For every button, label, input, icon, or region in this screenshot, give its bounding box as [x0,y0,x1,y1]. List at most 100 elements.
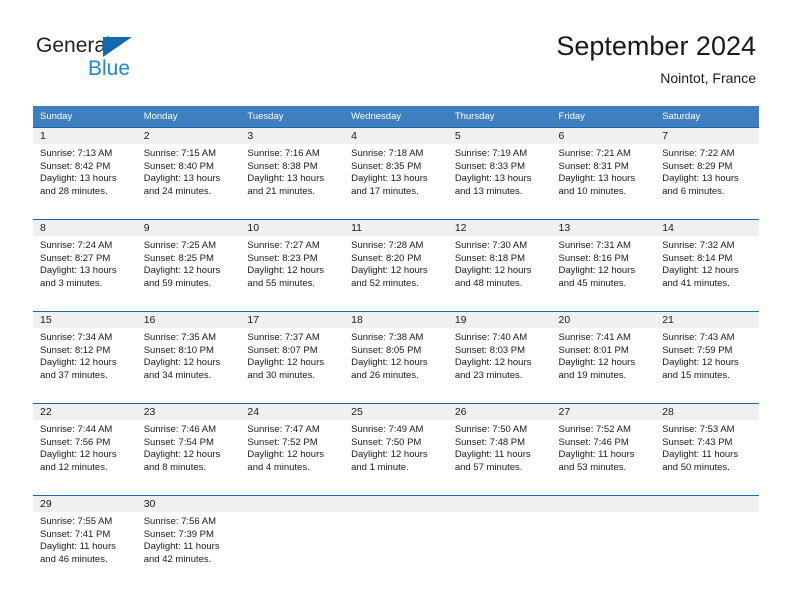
calendar-day-cell[interactable] [447,495,552,588]
day-details: Sunrise: 7:19 AM Sunset: 8:33 PM Daylight:… [448,144,552,198]
sunset-text: Sunset: 8:40 PM [143,160,214,172]
weekday-header-monday: Monday [136,106,241,128]
sunrise-text: Sunrise: 7:41 AM [558,332,631,343]
day-number: 23 [136,404,241,420]
sunset-text: Sunset: 8:01 PM [558,344,629,356]
calendar-day-cell[interactable]: 14 Sunrise: 7:32 AM Sunset: 8:14 PM Dayligh… [655,219,759,312]
day-number: 15 [33,312,137,328]
calendar-day-cell[interactable]: 2 Sunrise: 7:15 AM Sunset: 8:40 PM Daylight… [136,127,241,220]
sunrise-text: Sunrise: 7:50 AM [454,424,528,435]
calendar-day-cell[interactable]: 13 Sunrise: 7:31 AM Sunset: 8:16 PM Dayligh… [551,219,656,312]
calendar-day-cell[interactable] [551,495,656,588]
daylight-text-line1: Daylight: 12 hours [662,357,739,369]
day-details: Sunrise: 7:16 AM Sunset: 8:38 PM Daylight:… [240,144,344,198]
daylight-text-line2: and 19 minutes. [558,369,627,381]
calendar-day-cell[interactable]: 24 Sunrise: 7:47 AM Sunset: 7:52 PM Dayligh… [240,403,345,496]
sunset-text: Sunset: 8:38 PM [247,160,318,172]
calendar-day-cell[interactable]: 20 Sunrise: 7:41 AM Sunset: 8:01 PM Dayligh… [551,311,656,404]
daylight-text-line1: Daylight: 12 hours [40,449,117,461]
daylight-text-line1: Daylight: 12 hours [662,265,739,277]
calendar-day-cell[interactable]: 23 Sunrise: 7:46 AM Sunset: 7:54 PM Dayligh… [136,403,241,496]
day-details: Sunrise: 7:34 AM Sunset: 8:12 PM Daylight:… [33,328,137,382]
daylight-text-line2: and 45 minutes. [558,277,627,289]
sunrise-text: Sunrise: 7:53 AM [662,424,735,435]
daylight-text-line2: and 6 minutes. [662,185,725,197]
calendar-day-cell[interactable]: 7 Sunrise: 7:22 AM Sunset: 8:29 PM Daylight… [655,127,759,220]
sunrise-text: Sunrise: 7:32 AM [662,240,735,251]
calendar-day-cell[interactable]: 6 Sunrise: 7:21 AM Sunset: 8:31 PM Daylight… [551,127,656,220]
daylight-text-line2: and 21 minutes. [247,185,316,197]
daylight-text-line1: Daylight: 13 hours [351,173,428,185]
calendar-day-cell[interactable]: 30 Sunrise: 7:56 AM Sunset: 7:39 PM Dayligh… [136,495,241,588]
sunset-text: Sunset: 8:12 PM [40,344,111,356]
calendar-day-cell[interactable]: 25 Sunrise: 7:49 AM Sunset: 7:50 PM Dayligh… [344,403,448,496]
calendar-day-cell[interactable]: 5 Sunrise: 7:19 AM Sunset: 8:33 PM Daylight… [447,127,552,220]
calendar-day-cell[interactable]: 1 Sunrise: 7:13 AM Sunset: 8:42 PM Daylight… [33,127,137,220]
calendar-day-cell[interactable]: 4 Sunrise: 7:18 AM Sunset: 8:35 PM Daylight… [344,127,448,220]
day-details: Sunrise: 7:49 AM Sunset: 7:50 PM Daylight:… [344,420,448,474]
calendar-day-cell[interactable]: 28 Sunrise: 7:53 AM Sunset: 7:43 PM Dayligh… [655,403,759,496]
daylight-text-line1: Daylight: 12 hours [454,265,532,277]
daylight-text-line2: and 50 minutes. [662,461,730,473]
calendar-day-cell[interactable]: 8 Sunrise: 7:24 AM Sunset: 8:27 PM Daylight… [33,219,137,312]
day-details: Sunrise: 7:21 AM Sunset: 8:31 PM Daylight:… [552,144,656,198]
calendar-day-cell[interactable]: 21 Sunrise: 7:43 AM Sunset: 7:59 PM Dayligh… [655,311,759,404]
day-number [551,496,656,512]
calendar-day-cell[interactable]: 15 Sunrise: 7:34 AM Sunset: 8:12 PM Dayligh… [33,311,137,404]
daylight-text-line2: and 4 minutes. [247,461,310,473]
sunrise-text: Sunrise: 7:25 AM [143,240,217,251]
daylight-text-line1: Daylight: 12 hours [247,357,324,369]
daylight-text-line1: Daylight: 12 hours [454,357,532,369]
calendar-day-cell[interactable]: 16 Sunrise: 7:35 AM Sunset: 8:10 PM Dayligh… [136,311,241,404]
day-number: 28 [655,404,759,420]
sunset-text: Sunset: 8:25 PM [143,252,214,264]
sunset-text: Sunset: 7:41 PM [40,528,111,540]
daylight-text-line1: Daylight: 12 hours [40,357,117,369]
calendar-day-cell[interactable]: 9 Sunrise: 7:25 AM Sunset: 8:25 PM Daylight… [136,219,241,312]
day-details: Sunrise: 7:32 AM Sunset: 8:14 PM Daylight:… [655,236,759,290]
day-number: 11 [344,220,448,236]
calendar-day-cell[interactable]: 12 Sunrise: 7:30 AM Sunset: 8:18 PM Dayligh… [447,219,552,312]
calendar-day-cell[interactable]: 10 Sunrise: 7:27 AM Sunset: 8:23 PM Dayligh… [240,219,345,312]
day-details: Sunrise: 7:28 AM Sunset: 8:20 PM Daylight:… [344,236,448,290]
calendar-day-cell[interactable]: 18 Sunrise: 7:38 AM Sunset: 8:05 PM Dayligh… [344,311,448,404]
calendar-day-cell[interactable]: 17 Sunrise: 7:37 AM Sunset: 8:07 PM Dayligh… [240,311,345,404]
day-number: 24 [240,404,345,420]
day-details: Sunrise: 7:15 AM Sunset: 8:40 PM Daylight:… [137,144,241,198]
calendar-day-cell[interactable]: 22 Sunrise: 7:44 AM Sunset: 7:56 PM Dayligh… [33,403,137,496]
calendar-day-cell[interactable]: 26 Sunrise: 7:50 AM Sunset: 7:48 PM Dayligh… [447,403,552,496]
weekday-header-wednesday: Wednesday [344,106,448,128]
calendar-day-cell[interactable]: 27 Sunrise: 7:52 AM Sunset: 7:46 PM Dayligh… [551,403,656,496]
sunset-text: Sunset: 7:54 PM [143,436,214,448]
logo-text-general: General [36,34,111,57]
calendar-day-cell[interactable]: 29 Sunrise: 7:55 AM Sunset: 7:41 PM Dayligh… [33,495,137,588]
calendar-week-row: 29 Sunrise: 7:55 AM Sunset: 7:41 PM Dayligh… [33,495,759,588]
sunset-text: Sunset: 7:48 PM [454,436,526,448]
sunset-text: Sunset: 8:07 PM [247,344,318,356]
calendar-day-cell[interactable] [240,495,345,588]
calendar-week-row: 8 Sunrise: 7:24 AM Sunset: 8:27 PM Daylight… [33,219,759,312]
day-details [240,512,344,516]
calendar-day-cell[interactable]: 11 Sunrise: 7:28 AM Sunset: 8:20 PM Dayligh… [344,219,448,312]
daylight-text-line2: and 13 minutes. [454,185,523,197]
day-number: 9 [136,220,241,236]
sunset-text: Sunset: 8:42 PM [40,160,111,172]
calendar-day-cell[interactable]: 19 Sunrise: 7:40 AM Sunset: 8:03 PM Dayligh… [447,311,552,404]
day-number: 17 [240,312,345,328]
calendar-day-cell[interactable] [655,495,759,588]
day-number [240,496,345,512]
sunrise-text: Sunrise: 7:13 AM [40,148,113,159]
day-details: Sunrise: 7:43 AM Sunset: 7:59 PM Daylight:… [655,328,759,382]
day-details: Sunrise: 7:38 AM Sunset: 8:05 PM Daylight:… [344,328,448,382]
general-blue-logo[interactable]: General Blue [36,34,236,90]
daylight-text-line2: and 42 minutes. [143,553,212,565]
sunset-text: Sunset: 8:03 PM [454,344,526,356]
day-details [552,512,656,516]
daylight-text-line2: and 1 minute. [351,461,409,473]
calendar-day-cell[interactable]: 3 Sunrise: 7:16 AM Sunset: 8:38 PM Daylight… [240,127,345,220]
calendar-day-cell[interactable] [344,495,448,588]
logo-triangle-icon [103,37,132,57]
page-title: September 2024 [556,31,756,61]
day-details: Sunrise: 7:53 AM Sunset: 7:43 PM Daylight:… [655,420,759,474]
daylight-text-line2: and 37 minutes. [40,369,108,381]
